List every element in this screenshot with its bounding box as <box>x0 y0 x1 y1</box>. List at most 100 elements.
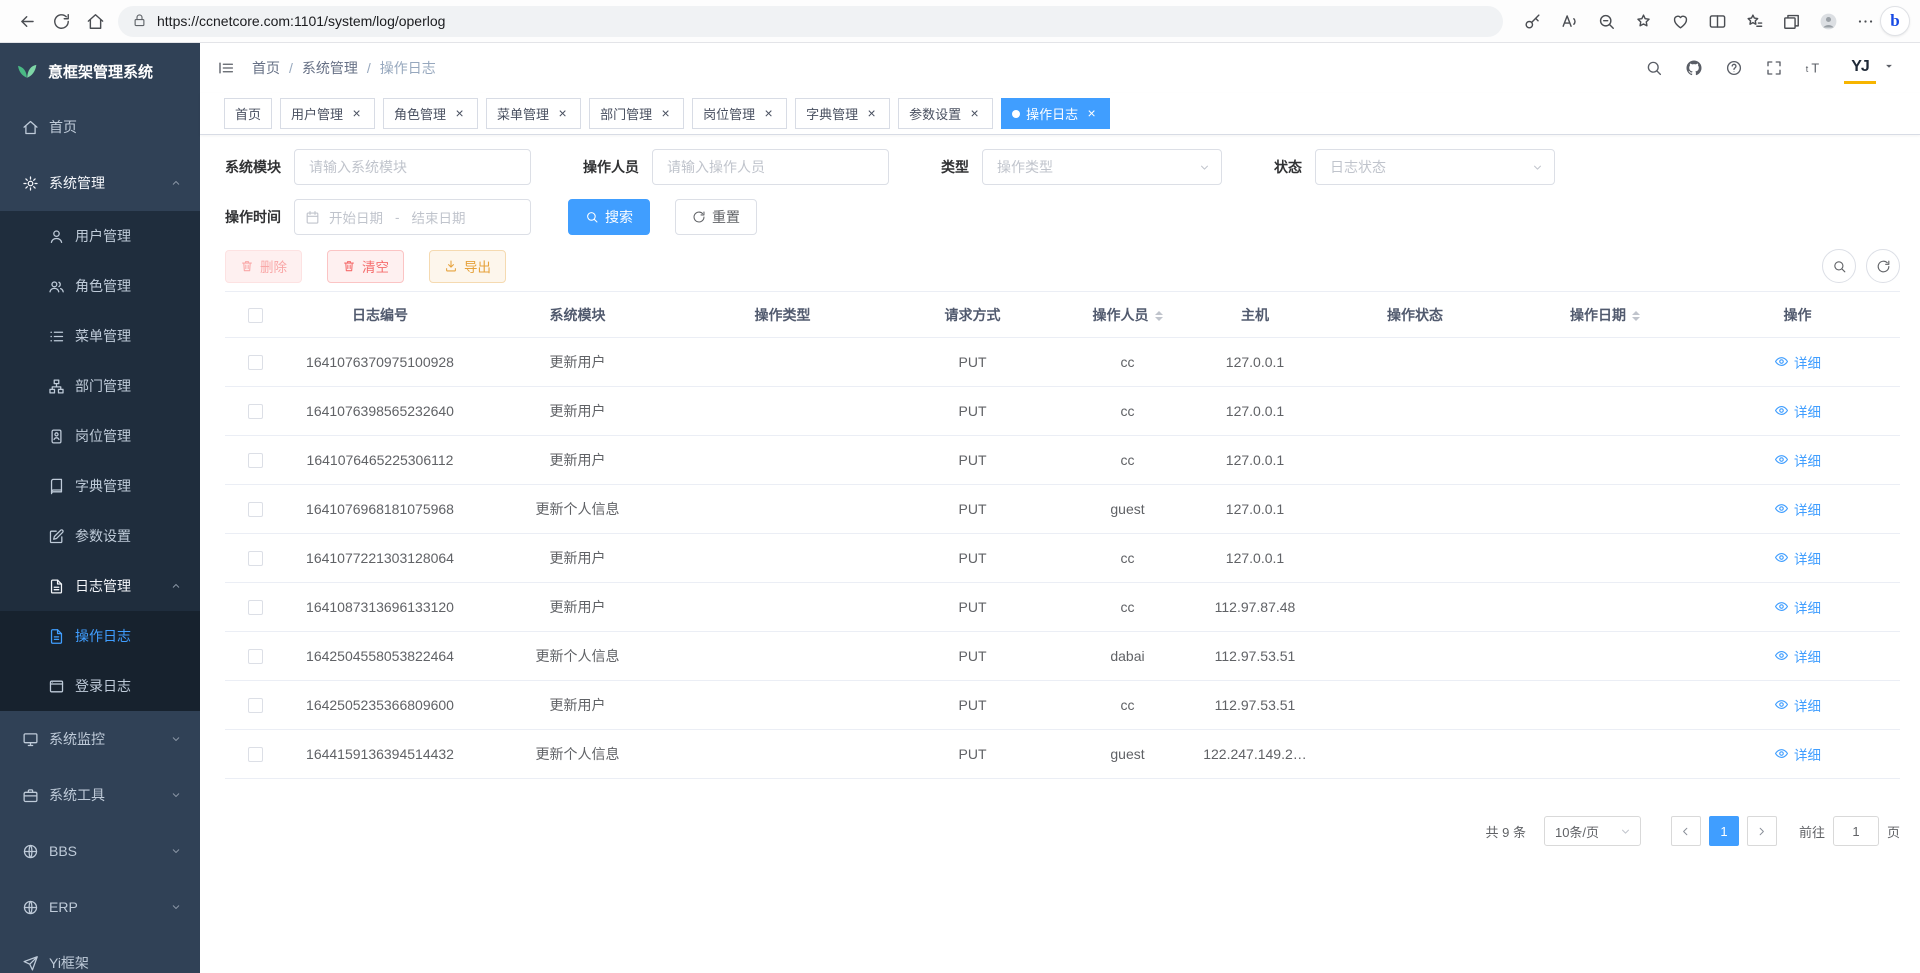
breadcrumb-system-mgmt[interactable]: 系统管理 <box>302 58 358 78</box>
end-date-placeholder[interactable]: 结束日期 <box>412 207 466 227</box>
tab-dict-mgmt[interactable]: 字典管理× <box>795 98 890 129</box>
operator-filter-input[interactable] <box>652 149 889 185</box>
tab-role-mgmt[interactable]: 角色管理× <box>383 98 478 129</box>
detail-link[interactable]: 详细 <box>1774 695 1821 715</box>
sort-carets-icon[interactable] <box>1632 311 1640 321</box>
detail-link[interactable]: 详细 <box>1774 450 1821 470</box>
settings-ellipsis-icon[interactable] <box>1850 6 1880 36</box>
sidebar-item-login-log[interactable]: 登录日志 <box>0 661 200 711</box>
browser-refresh-icon[interactable] <box>44 4 78 38</box>
detail-link[interactable]: 详细 <box>1774 646 1821 666</box>
password-key-icon[interactable] <box>1517 6 1547 36</box>
tab-menu-mgmt[interactable]: 菜单管理× <box>486 98 581 129</box>
sidebar-item-post-mgmt[interactable]: 岗位管理 <box>0 411 200 461</box>
clear-button[interactable]: 清空 <box>327 250 404 283</box>
profile-icon[interactable] <box>1813 6 1843 36</box>
row-checkbox[interactable] <box>248 747 263 762</box>
detail-link[interactable]: 详细 <box>1774 352 1821 372</box>
close-tab-icon[interactable]: × <box>555 106 570 121</box>
sidebar-item-erp[interactable]: ERP <box>0 879 200 935</box>
status-filter-select[interactable]: 日志状态 <box>1315 149 1555 185</box>
search-icon[interactable] <box>1636 50 1672 86</box>
collections-icon[interactable] <box>1776 6 1806 36</box>
close-tab-icon[interactable]: × <box>967 106 982 121</box>
browser-home-icon[interactable] <box>78 4 112 38</box>
github-icon[interactable] <box>1676 50 1712 86</box>
col-header-operator[interactable]: 操作人员 <box>1060 292 1195 338</box>
sidebar-item-bbs[interactable]: BBS <box>0 823 200 879</box>
col-header-date[interactable]: 操作日期 <box>1515 292 1695 338</box>
close-tab-icon[interactable]: × <box>864 106 879 121</box>
tab-oper-log[interactable]: 操作日志× <box>1001 98 1110 129</box>
type-filter-select[interactable]: 操作类型 <box>982 149 1222 185</box>
read-aloud-icon[interactable] <box>1554 6 1584 36</box>
row-checkbox[interactable] <box>248 404 263 419</box>
page-size-select[interactable]: 10条/页 <box>1544 816 1641 846</box>
close-tab-icon[interactable]: × <box>658 106 673 121</box>
detail-link[interactable]: 详细 <box>1774 499 1821 519</box>
row-checkbox[interactable] <box>248 649 263 664</box>
breadcrumb-home[interactable]: 首页 <box>252 58 280 78</box>
detail-link[interactable]: 详细 <box>1774 744 1821 764</box>
favorite-add-star-icon[interactable] <box>1628 6 1658 36</box>
delete-button[interactable]: 删除 <box>225 250 302 283</box>
tab-param-settings[interactable]: 参数设置× <box>898 98 993 129</box>
sidebar-item-user-mgmt[interactable]: 用户管理 <box>0 211 200 261</box>
refresh-table-button[interactable] <box>1866 249 1900 283</box>
avatar[interactable]: YJ <box>1844 52 1876 84</box>
close-tab-icon[interactable]: × <box>452 106 467 121</box>
browser-back-icon[interactable] <box>10 4 44 38</box>
sidebar-item-dict-mgmt[interactable]: 字典管理 <box>0 461 200 511</box>
row-checkbox[interactable] <box>248 453 263 468</box>
url-input[interactable] <box>157 13 1489 29</box>
close-tab-icon[interactable]: × <box>349 106 364 121</box>
row-checkbox[interactable] <box>248 551 263 566</box>
user-menu-caret-icon[interactable] <box>1882 59 1900 77</box>
next-page-button[interactable] <box>1747 816 1777 846</box>
detail-link[interactable]: 详细 <box>1774 597 1821 617</box>
prev-page-button[interactable] <box>1671 816 1701 846</box>
toggle-search-button[interactable] <box>1822 249 1856 283</box>
sidebar-item-oper-log[interactable]: 操作日志 <box>0 611 200 661</box>
row-checkbox[interactable] <box>248 698 263 713</box>
sidebar-item-system-mgmt[interactable]: 系统管理 <box>0 155 200 211</box>
detail-link[interactable]: 详细 <box>1774 548 1821 568</box>
detail-link[interactable]: 详细 <box>1774 401 1821 421</box>
row-checkbox[interactable] <box>248 502 263 517</box>
tab-user-mgmt[interactable]: 用户管理× <box>280 98 375 129</box>
export-button[interactable]: 导出 <box>429 250 506 283</box>
sidebar-item-role-mgmt[interactable]: 角色管理 <box>0 261 200 311</box>
browser-essentials-icon[interactable] <box>1665 6 1695 36</box>
address-bar[interactable] <box>118 6 1503 37</box>
reset-button[interactable]: 重置 <box>675 199 757 235</box>
sidebar-item-system-tools[interactable]: 系统工具 <box>0 767 200 823</box>
sidebar-item-yi-framework[interactable]: Yi框架 <box>0 935 200 973</box>
close-tab-icon[interactable]: × <box>761 106 776 121</box>
fullscreen-icon[interactable] <box>1756 50 1792 86</box>
search-button[interactable]: 搜索 <box>568 199 650 235</box>
tab-post-mgmt[interactable]: 岗位管理× <box>692 98 787 129</box>
tab-dept-mgmt[interactable]: 部门管理× <box>589 98 684 129</box>
sidebar-item-dept-mgmt[interactable]: 部门管理 <box>0 361 200 411</box>
split-screen-icon[interactable] <box>1702 6 1732 36</box>
start-date-placeholder[interactable]: 开始日期 <box>329 207 383 227</box>
collapse-sidebar-icon[interactable] <box>208 50 244 86</box>
copilot-icon[interactable]: b <box>1880 6 1910 36</box>
close-tab-icon[interactable]: × <box>1084 106 1099 121</box>
module-filter-input[interactable] <box>294 149 531 185</box>
sidebar-item-menu-mgmt[interactable]: 菜单管理 <box>0 311 200 361</box>
sort-carets-icon[interactable] <box>1155 311 1163 321</box>
page-number-button[interactable]: 1 <box>1709 816 1739 846</box>
help-icon[interactable] <box>1716 50 1752 86</box>
tab-home[interactable]: 首页 <box>224 98 272 129</box>
select-all-checkbox[interactable] <box>248 308 263 323</box>
sidebar-item-param-settings[interactable]: 参数设置 <box>0 511 200 561</box>
sidebar-item-log-mgmt[interactable]: 日志管理 <box>0 561 200 611</box>
page-jumper-input[interactable] <box>1833 816 1879 846</box>
sidebar-item-system-monitor[interactable]: 系统监控 <box>0 711 200 767</box>
date-range-picker[interactable]: 开始日期 - 结束日期 <box>294 199 531 235</box>
font-size-icon[interactable]: tT <box>1796 50 1832 86</box>
row-checkbox[interactable] <box>248 600 263 615</box>
app-logo[interactable]: 意框架管理系统 <box>0 43 200 99</box>
favorites-hub-icon[interactable] <box>1739 6 1769 36</box>
